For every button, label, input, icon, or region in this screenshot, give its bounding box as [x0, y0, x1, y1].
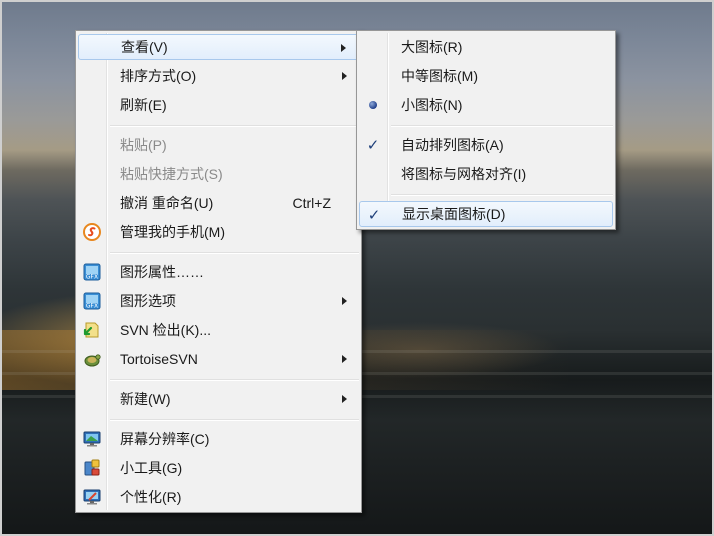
menu-item-personalize[interactable]: 个性化(R) — [78, 484, 359, 510]
desktop-context-menu: 查看(V) 排序方式(O) 刷新(E) 粘贴(P) 粘贴快捷方式(S) 撤消 重… — [75, 30, 362, 513]
submenu-item-auto-arrange[interactable]: ✓ 自动排列图标(A) — [359, 132, 613, 158]
menu-item-view[interactable]: 查看(V) — [78, 34, 359, 60]
menu-item-sort-by[interactable]: 排序方式(O) — [78, 63, 359, 89]
menu-item-label: 显示桌面图标(D) — [402, 206, 506, 222]
menu-item-svn-checkout[interactable]: SVN 检出(K)... — [78, 317, 359, 343]
menu-item-label: 图形选项 — [120, 293, 176, 309]
menu-separator — [110, 419, 359, 421]
menu-item-undo-rename[interactable]: 撤消 重命名(U) Ctrl+Z — [78, 190, 359, 216]
menu-item-label: 自动排列图标(A) — [401, 137, 504, 153]
menu-item-graphics-options[interactable]: GFX 图形选项 — [78, 288, 359, 314]
menu-item-label: 屏幕分辨率(C) — [120, 431, 210, 447]
svg-text:GFX: GFX — [86, 303, 98, 310]
menu-item-label: 图形属性…… — [120, 264, 204, 280]
menu-item-screen-resolution[interactable]: 屏幕分辨率(C) — [78, 426, 359, 452]
menu-item-label: 刷新(E) — [120, 97, 167, 113]
menu-item-accelerator: Ctrl+Z — [292, 195, 332, 211]
menu-item-label: TortoiseSVN — [120, 351, 198, 367]
menu-item-label: 排序方式(O) — [120, 68, 197, 84]
tortoise-icon — [82, 349, 102, 369]
submenu-arrow-icon — [341, 44, 346, 52]
menu-item-tortoisesvn[interactable]: TortoiseSVN — [78, 346, 359, 372]
submenu-arrow-icon — [342, 355, 347, 363]
menu-separator — [391, 125, 613, 127]
submenu-item-medium-icons[interactable]: 中等图标(M) — [359, 63, 613, 89]
monitor-icon — [82, 429, 102, 449]
submenu-arrow-icon — [342, 395, 347, 403]
menu-separator — [110, 252, 359, 254]
menu-item-label: 个性化(R) — [120, 489, 182, 505]
checkmark-icon: ✓ — [366, 137, 380, 154]
submenu-item-align-to-grid[interactable]: 将图标与网格对齐(I) — [359, 161, 613, 187]
submenu-item-large-icons[interactable]: 大图标(R) — [359, 34, 613, 60]
menu-item-label: 新建(W) — [120, 391, 171, 407]
menu-item-gadgets[interactable]: 小工具(G) — [78, 455, 359, 481]
submenu-arrow-icon — [342, 72, 347, 80]
graphics-icon: GFX — [82, 291, 102, 311]
phone-manager-icon — [82, 222, 102, 242]
menu-item-new[interactable]: 新建(W) — [78, 386, 359, 412]
submenu-item-small-icons[interactable]: 小图标(N) — [359, 92, 613, 118]
menu-item-paste-shortcut: 粘贴快捷方式(S) — [78, 161, 359, 187]
view-submenu: 大图标(R) 中等图标(M) 小图标(N) ✓ 自动排列图标(A) 将图标与网格… — [356, 30, 616, 230]
menu-item-label: 查看(V) — [121, 39, 168, 55]
svg-text:GFX: GFX — [86, 274, 98, 281]
radio-selected-icon — [363, 95, 383, 115]
menu-separator — [391, 194, 613, 196]
menu-item-label: 中等图标(M) — [401, 68, 478, 84]
menu-item-label: SVN 检出(K)... — [120, 322, 212, 338]
graphics-icon: GFX — [82, 262, 102, 282]
menu-item-label: 粘贴快捷方式(S) — [120, 166, 223, 182]
menu-item-label: 小图标(N) — [401, 97, 463, 113]
submenu-arrow-icon — [342, 297, 347, 305]
menu-item-label: 粘贴(P) — [120, 137, 167, 153]
menu-item-paste: 粘贴(P) — [78, 132, 359, 158]
gadgets-icon — [82, 458, 102, 478]
menu-separator — [110, 379, 359, 381]
menu-item-graphics-properties[interactable]: GFX 图形属性…… — [78, 259, 359, 285]
menu-item-refresh[interactable]: 刷新(E) — [78, 92, 359, 118]
submenu-item-show-desktop-icons[interactable]: ✓ 显示桌面图标(D) — [359, 201, 613, 227]
menu-separator — [110, 125, 359, 127]
personalize-icon — [82, 487, 102, 507]
menu-item-label: 大图标(R) — [401, 39, 463, 55]
menu-item-label: 将图标与网格对齐(I) — [401, 166, 527, 182]
svn-checkout-icon — [82, 320, 102, 340]
menu-item-label: 小工具(G) — [120, 460, 183, 476]
checkmark-icon: ✓ — [367, 207, 381, 224]
menu-item-manage-phone[interactable]: 管理我的手机(M) — [78, 219, 359, 245]
menu-item-label: 撤消 重命名(U) — [120, 195, 214, 211]
menu-item-label: 管理我的手机(M) — [120, 224, 225, 240]
